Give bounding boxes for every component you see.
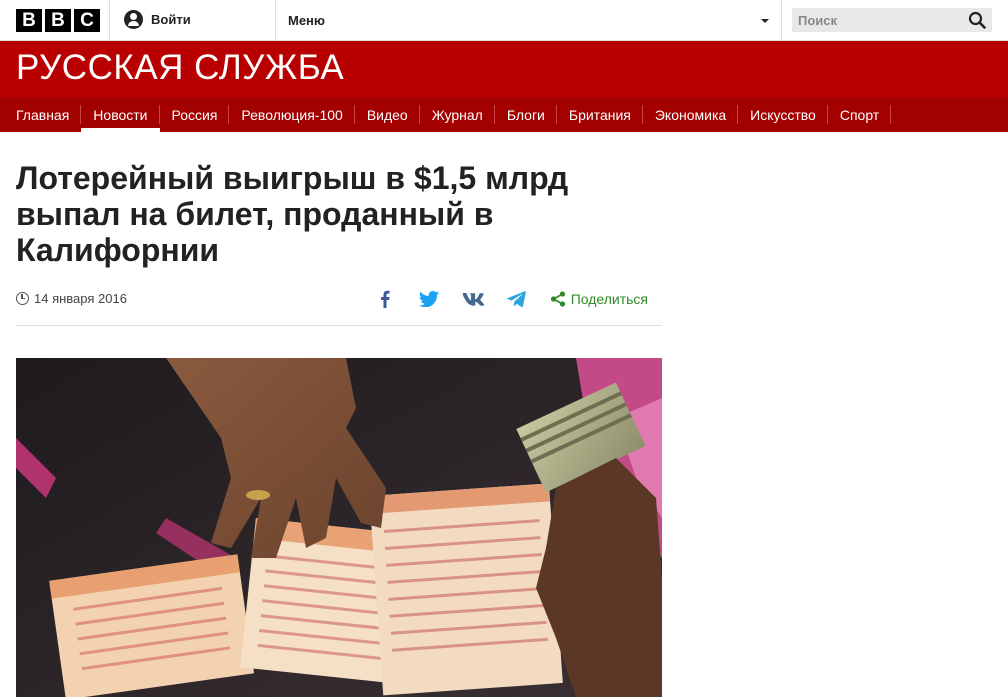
nav-item-home[interactable]: Главная	[4, 97, 82, 132]
divider	[781, 0, 782, 40]
nav-item-russia[interactable]: Россия	[160, 97, 230, 132]
nav-item-label: Британия	[568, 106, 631, 123]
divider	[109, 0, 110, 40]
share-icon	[550, 291, 565, 307]
nav-item-label: Искусство	[750, 106, 816, 123]
article-meta: 14 января 2016 Поделиться	[16, 288, 662, 326]
bbc-logo-letter: B	[16, 9, 42, 32]
signin-button[interactable]: Войти	[124, 10, 191, 29]
top-bar: B B C Войти Меню	[0, 0, 1008, 41]
article-headline: Лотерейный выигрыш в $1,5 млрд выпал на …	[16, 160, 569, 268]
menu-label: Меню	[288, 13, 326, 28]
bbc-logo-letter: C	[74, 9, 100, 32]
nav-item-economy[interactable]: Экономика	[643, 97, 739, 132]
nav-item-magazine[interactable]: Журнал	[420, 97, 495, 132]
nav-item-label: Экономика	[654, 106, 727, 123]
masthead: РУССКАЯ СЛУЖБА	[0, 41, 1008, 97]
menu-button[interactable]: Меню	[276, 0, 781, 40]
nav-item-label: Спорт	[839, 106, 880, 123]
clock-icon	[16, 292, 29, 305]
share-label: Поделиться	[570, 291, 648, 307]
service-title[interactable]: РУССКАЯ СЛУЖБА	[16, 49, 344, 87]
article-date: 14 января 2016	[16, 291, 127, 306]
user-icon	[124, 10, 143, 29]
main-navigation: Главная Новости Россия Революция-100 Вид…	[0, 97, 1008, 132]
bbc-logo[interactable]: B B C	[16, 9, 100, 32]
share-tools: Поделиться	[352, 288, 648, 310]
nav-list: Главная Новости Россия Революция-100 Вид…	[0, 97, 1008, 132]
share-button[interactable]: Поделиться	[550, 291, 648, 307]
nav-item-label: Главная	[16, 106, 70, 123]
search-box	[792, 8, 992, 32]
signin-label: Войти	[151, 12, 191, 27]
nav-item-label: Россия	[171, 106, 218, 123]
date-text: 14 января 2016	[34, 291, 127, 306]
telegram-icon[interactable]	[506, 288, 528, 310]
nav-item-label: Новости	[93, 106, 148, 123]
nav-item-arts[interactable]: Искусство	[738, 97, 828, 132]
search-input[interactable]	[792, 8, 962, 32]
nav-item-news[interactable]: Новости	[81, 97, 160, 132]
nav-item-label: Революция-100	[241, 106, 343, 123]
nav-item-sport[interactable]: Спорт	[828, 97, 892, 132]
nav-item-blogs[interactable]: Блоги	[495, 97, 557, 132]
bbc-logo-letter: B	[45, 9, 71, 32]
caret-down-icon	[761, 19, 769, 23]
lottery-tickets-photo	[16, 358, 662, 697]
nav-item-revolution-100[interactable]: Революция-100	[229, 97, 356, 132]
vk-icon[interactable]	[462, 288, 484, 310]
nav-item-britain[interactable]: Британия	[557, 97, 643, 132]
search-icon[interactable]	[968, 11, 986, 29]
twitter-icon[interactable]	[418, 288, 440, 310]
article-image	[16, 358, 662, 697]
nav-item-label: Журнал	[431, 106, 483, 123]
nav-item-label: Блоги	[506, 106, 545, 123]
nav-item-label: Видео	[366, 106, 408, 123]
active-indicator	[81, 128, 160, 132]
facebook-icon[interactable]	[374, 288, 396, 310]
nav-item-video[interactable]: Видео	[355, 97, 420, 132]
